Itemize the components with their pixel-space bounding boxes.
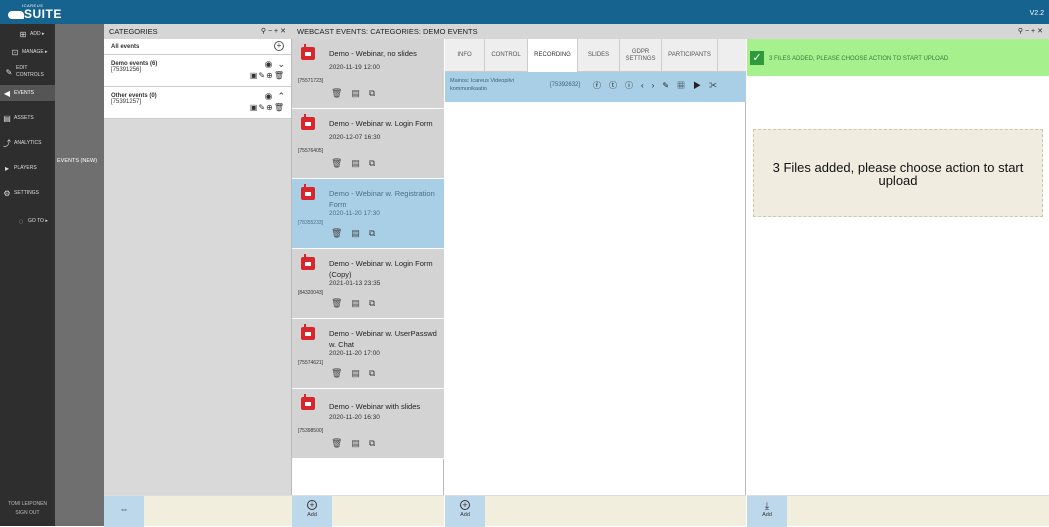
top-bar: ICAREUS SUITE V2.2: [0, 0, 1049, 24]
eye-icon[interactable]: ◉: [265, 59, 273, 69]
user-name: TOMI LEIPONEN: [7, 501, 48, 507]
play-circle-icon: ▸: [4, 163, 9, 173]
calendar-icon: [301, 394, 315, 410]
tab-gdpr-settings[interactable]: GDPR SETTINGS: [620, 39, 662, 72]
plus-circle-icon: +: [460, 500, 470, 510]
categories-header: CATEGORIES ⚲−+✕: [104, 24, 292, 39]
add-event-button[interactable]: + Add: [292, 496, 332, 527]
plus-square-icon: ⊞: [19, 29, 27, 39]
collapse-button[interactable]: ⇔: [104, 496, 144, 527]
assets-icon: ▤: [3, 113, 11, 123]
sign-out-link[interactable]: SIGN OUT: [0, 509, 55, 518]
category-all-events[interactable]: All events +: [104, 39, 291, 55]
event-item[interactable]: Demo - Webinar w. UserPasswd w. Chat 202…: [292, 319, 444, 389]
sidebar-item-add[interactable]: ⊞ ADD ▸: [0, 27, 55, 41]
eye-icon[interactable]: ◉: [265, 91, 273, 101]
event-item[interactable]: Demo - Webinar with slides 2020-11-20 16…: [292, 389, 444, 459]
event-item-selected[interactable]: Demo - Webinar w. Registration Form 2020…: [292, 179, 444, 249]
upload-panel: ✓ 3 FILES ADDED, PLEASE CHOOSE ACTION TO…: [747, 39, 1049, 495]
sidebar-item-edit-controls[interactable]: ✎ EDIT CONTROLS: [0, 62, 55, 82]
event-actions[interactable]: 🗑▤⧉: [331, 158, 384, 169]
add-category-icon[interactable]: +: [274, 41, 284, 51]
categories-panel: All events + Demo events (6) [75391256] …: [104, 39, 292, 495]
event-actions[interactable]: 🗑▤⧉: [331, 88, 384, 99]
event-actions[interactable]: 🗑▤⧉: [331, 368, 384, 379]
chevron-double-up-icon[interactable]: ⌃: [277, 91, 285, 101]
sidebar-item-goto[interactable]: ◌ GO TO ▸: [0, 214, 55, 228]
megaphone-icon: ◀: [3, 88, 11, 98]
category-actions[interactable]: ▣✎⊕🗑: [250, 71, 285, 80]
gear-icon: ⚙: [3, 188, 11, 198]
checkmark-icon[interactable]: ✓: [750, 51, 764, 65]
calendar-icon: [301, 324, 315, 340]
sidebar-item-events[interactable]: ◀ EVENTS: [0, 85, 55, 101]
calendar-icon: [301, 254, 315, 270]
tab-info[interactable]: INFO: [445, 39, 485, 72]
panel-tools[interactable]: ⚲−+✕: [261, 24, 288, 39]
category-item[interactable]: Demo events (6) [75391256] ◉ ⌄ ▣✎⊕🗑: [104, 55, 291, 87]
logo-swoosh-icon: [8, 11, 24, 19]
events-header: WEBCAST EVENTS: CATEGORIES: DEMO EVENTS …: [292, 24, 1049, 39]
upload-dropzone[interactable]: 3 Files added, please choose action to s…: [753, 129, 1043, 217]
user-area: TOMI LEIPONEN SIGN OUT: [0, 500, 55, 518]
categories-footer: ⇔: [104, 495, 292, 527]
chart-icon: ⤴: [3, 138, 11, 148]
add-upload-button[interactable]: ⤓ Add: [747, 496, 787, 527]
sidebar: ⊞ ADD ▸ ⊡ MANAGE ▸ ✎ EDIT CONTROLS ◀ EVENTS …: [0, 24, 55, 526]
upload-notice: ✓ 3 FILES ADDED, PLEASE CHOOSE ACTION TO…: [747, 39, 1049, 76]
panel-tools[interactable]: ⚲−+✕: [1018, 24, 1045, 39]
sidebar-item-manage[interactable]: ⊡ MANAGE ▸: [0, 45, 55, 59]
app-logo[interactable]: ICAREUS SUITE: [8, 3, 61, 21]
upload-notice-text: 3 FILES ADDED, PLEASE CHOOSE ACTION TO S…: [769, 56, 949, 62]
download-icon: ⤓: [764, 501, 770, 512]
category-actions[interactable]: ▣✎⊕🗑: [250, 103, 285, 112]
sidebar-item-players[interactable]: ▸ PLAYERS: [0, 161, 55, 175]
expand-arrows-icon: ⇔: [119, 504, 129, 514]
plus-circle-icon: +: [307, 500, 317, 510]
tab-slides[interactable]: SLIDES: [578, 39, 620, 72]
sidebar-item-analytics[interactable]: ⤴ ANALYTICS: [0, 136, 55, 150]
tab-participants[interactable]: PARTICIPANTS: [662, 39, 718, 72]
events-title: WEBCAST EVENTS: CATEGORIES: DEMO EVENTS: [297, 27, 478, 36]
event-item[interactable]: Demo - Webinar w. Login Form (Copy) 2021…: [292, 249, 444, 319]
event-item[interactable]: Demo - Webinar w. Login Form 2020-12-07 …: [292, 109, 444, 179]
subnav-events-new[interactable]: EVENTS (NEW): [57, 158, 97, 164]
goto-icon: ◌: [18, 216, 24, 226]
event-actions[interactable]: 🗑▤⧉: [331, 228, 384, 239]
tab-content: [445, 102, 746, 495]
categories-title: CATEGORIES: [109, 27, 158, 36]
sidebar-item-settings[interactable]: ⚙ SETTINGS: [0, 186, 55, 200]
recording-name: Mainos: Icareus Videopilvi kommunikaatio: [450, 78, 514, 92]
events-footer: + Add: [292, 495, 444, 527]
events-list: Demo - Webinar, no slides 2020-11-19 12:…: [292, 39, 444, 495]
event-actions[interactable]: 🗑▤⧉: [331, 298, 384, 309]
chevron-double-down-icon[interactable]: ⌄: [277, 59, 285, 69]
event-tabs: INFO CONTROL RECORDING SLIDES GDPR SETTI…: [445, 39, 746, 72]
upload-footer: ⤓ Add: [747, 495, 1049, 527]
event-actions[interactable]: 🗑▤⧉: [331, 438, 384, 449]
calendar-icon: [301, 44, 315, 60]
recording-actions[interactable]: ⓕⓣⓘ‹›✎▦▶✂: [593, 80, 725, 91]
sub-navigation: EVENTS (NEW): [55, 24, 104, 526]
edit-icon: ✎: [5, 67, 13, 77]
recording-footer: + Add: [445, 495, 746, 527]
manage-icon: ⊡: [11, 47, 19, 57]
sidebar-item-assets[interactable]: ▤ ASSETS: [0, 111, 55, 125]
logo-name: SUITE: [24, 7, 62, 21]
calendar-icon: [301, 184, 315, 200]
version-label: V2.2: [1029, 10, 1044, 17]
add-recording-button[interactable]: + Add: [445, 496, 485, 527]
calendar-icon: [301, 114, 315, 130]
tab-recording[interactable]: RECORDING: [528, 39, 578, 72]
recording-id: [75392632]: [550, 82, 581, 88]
recording-item[interactable]: Mainos: Icareus Videopilvi kommunikaatio…: [445, 72, 746, 102]
event-item[interactable]: Demo - Webinar, no slides 2020-11-19 12:…: [292, 39, 444, 109]
tab-control[interactable]: CONTROL: [485, 39, 528, 72]
category-item[interactable]: Other events (0) [75391257] ◉ ⌃ ▣✎⊕🗑: [104, 87, 291, 119]
